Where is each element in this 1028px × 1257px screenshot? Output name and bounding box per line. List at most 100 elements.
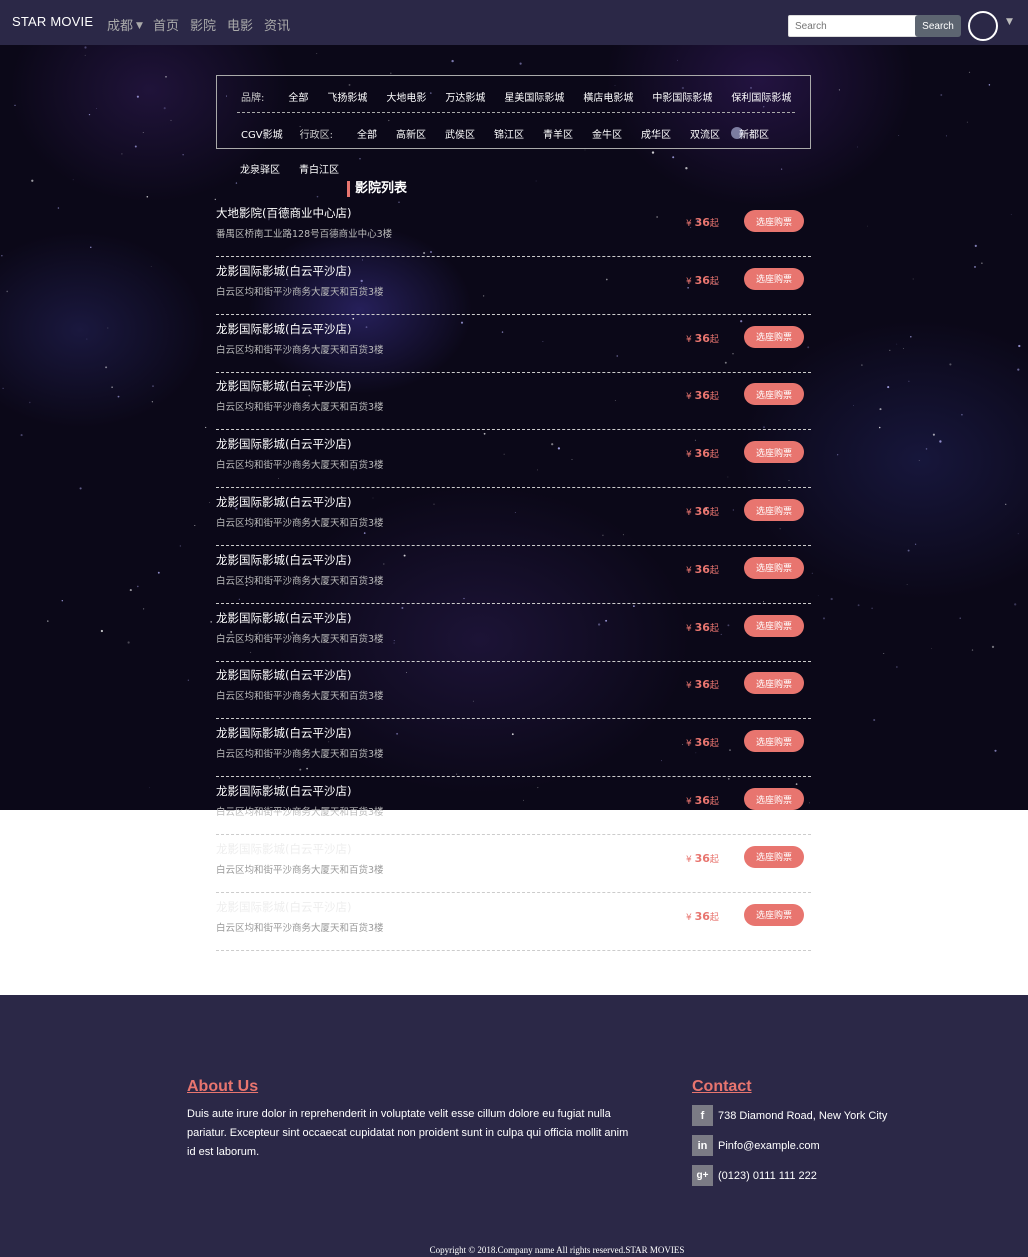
- cinema-item[interactable]: 大地影院(百德商业中心店) 番禺区桥南工业路128号百德商业中心3楼 ¥ 36起 选座…: [216, 198, 811, 257]
- nav-link-movies[interactable]: 电影: [227, 15, 253, 34]
- buy-ticket-button[interactable]: 选座购票: [744, 672, 804, 695]
- buy-ticket-button[interactable]: 选座购票: [744, 730, 804, 753]
- cinema-item[interactable]: 龙影国际影城(白云平沙店) 白云区均和街平沙商务大厦天和百货3楼 ¥ 36起 选座购票: [216, 603, 811, 662]
- nav-link-cinemas[interactable]: 影院: [190, 15, 216, 34]
- district-option[interactable]: 成华区: [641, 126, 671, 141]
- price-amount: 36: [694, 505, 710, 518]
- buy-ticket-button[interactable]: 选座购票: [744, 267, 804, 290]
- district-option[interactable]: 武侯区: [445, 126, 475, 141]
- user-avatar[interactable]: [968, 11, 998, 41]
- cinema-name[interactable]: 龙影国际影城(白云平沙店): [216, 841, 351, 857]
- buy-ticket-button[interactable]: 选座购票: [744, 845, 804, 868]
- district-option[interactable]: 新都区: [739, 126, 769, 141]
- buy-ticket-button[interactable]: 选座购票: [744, 556, 804, 579]
- contact-phone: g+ (0123) 0111 111 222: [692, 1165, 817, 1186]
- city-label: 成都: [107, 19, 134, 34]
- district-option[interactable]: 双流区: [690, 126, 720, 141]
- brand-option[interactable]: 中影国际影城: [652, 89, 712, 104]
- buy-ticket-button[interactable]: 选座购票: [744, 499, 804, 521]
- cinema-name[interactable]: 龙影国际影城(白云平沙店): [216, 436, 351, 452]
- district-option[interactable]: 青羊区: [543, 126, 573, 141]
- cinema-price: ¥ 36起: [686, 389, 719, 402]
- cinema-price: ¥ 36起: [686, 794, 719, 807]
- district-option[interactable]: 锦江区: [494, 126, 524, 141]
- cinema-name[interactable]: 龙影国际影城(白云平沙店): [216, 321, 351, 337]
- cinema-name[interactable]: 龙影国际影城(白云平沙店): [216, 725, 351, 741]
- cinema-address: 白云区均和街平沙商务大厦天和百货3楼: [216, 286, 384, 298]
- cinema-name[interactable]: 大地影院(百德商业中心店): [216, 205, 351, 221]
- facebook-icon[interactable]: f: [692, 1105, 713, 1126]
- cinema-address: 白云区均和街平沙商务大厦天和百货3楼: [216, 749, 384, 761]
- district-option[interactable]: 全部: [357, 126, 377, 141]
- buy-ticket-button[interactable]: 选座购票: [744, 210, 804, 232]
- cinema-item[interactable]: 龙影国际影城(白云平沙店) 白云区均和街平沙商务大厦天和百货3楼 ¥ 36起 选座购票: [216, 892, 811, 951]
- brand-option[interactable]: 大地电影: [386, 89, 426, 104]
- cinema-name[interactable]: 龙影国际影城(白云平沙店): [216, 378, 351, 394]
- brand-option[interactable]: 全部: [288, 89, 308, 104]
- brand-option[interactable]: 保利国际影城: [731, 89, 791, 104]
- cinema-price: ¥ 36起: [686, 332, 719, 345]
- cinema-address: 白云区均和街平沙商务大厦天和百货3楼: [216, 518, 384, 529]
- linkedin-icon[interactable]: in: [692, 1135, 713, 1156]
- google-plus-icon[interactable]: g+: [692, 1165, 713, 1186]
- cinema-item[interactable]: 龙影国际影城(白云平沙店) 白云区均和街平沙商务大厦天和百货3楼 ¥ 36起 选座购票: [216, 660, 811, 720]
- nav-link-home[interactable]: 首页: [153, 15, 179, 34]
- buy-ticket-button[interactable]: 选座购票: [744, 903, 804, 926]
- cinema-price: ¥ 36起: [686, 910, 719, 923]
- district-option[interactable]: 青白江区: [299, 161, 339, 176]
- nav-link-news[interactable]: 资讯: [264, 15, 290, 34]
- cinema-name[interactable]: 龙影国际影城(白云平沙店): [216, 610, 351, 626]
- price-suffix: 起: [709, 276, 719, 287]
- cinema-name[interactable]: 龙影国际影城(白云平沙店): [216, 899, 351, 915]
- cinema-item[interactable]: 龙影国际影城(白云平沙店) 白云区均和街平沙商务大厦天和百货3楼 ¥ 36起 选座购票: [216, 776, 811, 835]
- buy-ticket-button[interactable]: 选座购票: [744, 441, 804, 464]
- cinema-name[interactable]: 龙影国际影城(白云平沙店): [216, 263, 351, 279]
- cinema-address: 白云区均和街平沙商务大厦天和百货3楼: [216, 460, 384, 472]
- cinema-item[interactable]: 龙影国际影城(白云平沙店) 白云区均和街平沙商务大厦天和百货3楼 ¥ 36起 选座购票: [216, 545, 811, 604]
- brand-option[interactable]: 飞扬影城: [327, 89, 367, 104]
- cinema-item[interactable]: 龙影国际影城(白云平沙店) 白云区均和街平沙商务大厦天和百货3楼 ¥ 36起 选座购票: [216, 834, 811, 893]
- filter-divider: [237, 112, 795, 113]
- search-button[interactable]: Search: [915, 15, 961, 37]
- price-amount: 36: [694, 273, 710, 287]
- section-title: 影院列表: [347, 181, 407, 197]
- district-option[interactable]: 龙泉驿区: [240, 161, 280, 176]
- cinema-name[interactable]: 龙影国际影城(白云平沙店): [216, 552, 351, 568]
- cinema-price: ¥ 36起: [686, 505, 719, 518]
- about-text: Duis aute irure dolor in reprehenderit i…: [187, 1108, 629, 1158]
- cinema-name[interactable]: 龙影国际影城(白云平沙店): [216, 667, 351, 683]
- price-suffix: 起: [709, 623, 719, 634]
- price-suffix: 起: [709, 681, 719, 692]
- cinema-name[interactable]: 龙影国际影城(白云平沙店): [216, 494, 351, 510]
- buy-ticket-button[interactable]: 选座购票: [744, 383, 804, 406]
- cinema-name[interactable]: 龙影国际影城(白云平沙店): [216, 783, 351, 799]
- about-title[interactable]: About Us: [187, 1078, 258, 1096]
- brand-option[interactable]: 万达影城: [445, 89, 485, 104]
- chevron-down-icon[interactable]: ▼: [1006, 17, 1013, 27]
- cinema-item[interactable]: 龙影国际影城(白云平沙店) 白云区均和街平沙商务大厦天和百货3楼 ¥ 36起 选座购票: [216, 487, 811, 546]
- buy-ticket-button[interactable]: 选座购票: [744, 325, 804, 348]
- currency-symbol: ¥: [686, 623, 692, 634]
- cinema-item[interactable]: 龙影国际影城(白云平沙店) 白云区均和街平沙商务大厦天和百货3楼 ¥ 36起 选座购票: [216, 256, 811, 315]
- cinema-price: ¥ 36起: [686, 736, 719, 749]
- brand-logo[interactable]: STAR MOVIE: [12, 14, 93, 29]
- district-option[interactable]: 高新区: [396, 126, 426, 141]
- cinema-address: 白云区均和街平沙商务大厦天和百货3楼: [216, 575, 384, 587]
- cinema-item[interactable]: 龙影国际影城(白云平沙店) 白云区均和街平沙商务大厦天和百货3楼 ¥ 36起 选座购票: [216, 718, 811, 778]
- buy-ticket-button[interactable]: 选座购票: [744, 614, 804, 637]
- brand-option[interactable]: CGV影城: [241, 126, 283, 141]
- price-amount: 36: [694, 447, 710, 461]
- district-filter-row: CGV影城 行政区: 全部 高新区 武侯区 锦江区 青羊区 金牛区 成华区 双流…: [241, 126, 788, 141]
- brand-option[interactable]: 橫店电影城: [583, 89, 633, 104]
- cinema-item[interactable]: 龙影国际影城(白云平沙店) 白云区均和街平沙商务大厦天和百货3楼 ¥ 36起 选座购票: [216, 314, 811, 373]
- cinema-price: ¥ 36起: [686, 563, 719, 576]
- cinema-item[interactable]: 龙影国际影城(白云平沙店) 白云区均和街平沙商务大厦天和百货3楼 ¥ 36起 选座购票: [216, 429, 811, 489]
- contact-title[interactable]: Contact: [692, 1078, 752, 1096]
- brand-option[interactable]: 星美国际影城: [504, 89, 564, 104]
- currency-symbol: ¥: [686, 565, 692, 576]
- district-option[interactable]: 金牛区: [592, 126, 622, 141]
- buy-ticket-button[interactable]: 选座购票: [744, 788, 804, 810]
- search-input[interactable]: [788, 15, 922, 37]
- cinema-item[interactable]: 龙影国际影城(白云平沙店) 白云区均和街平沙商务大厦天和百货3楼 ¥ 36起 选座购票: [216, 371, 811, 431]
- city-dropdown[interactable]: 成都 ▼: [107, 15, 143, 34]
